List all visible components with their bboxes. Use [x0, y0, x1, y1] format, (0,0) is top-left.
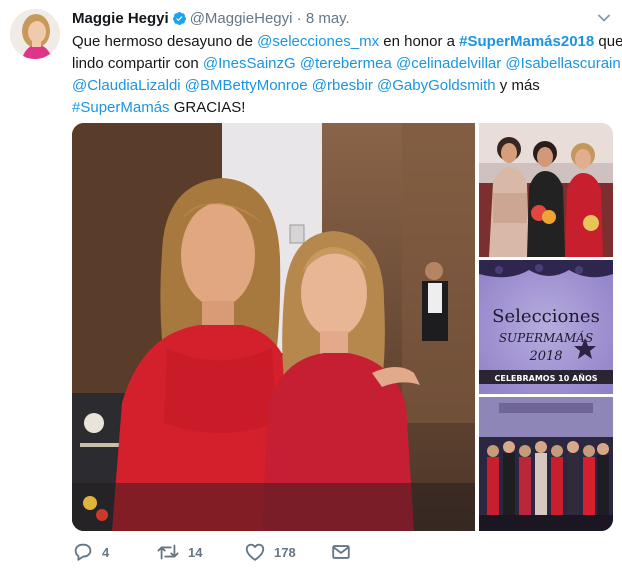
tweet-text-line-1: Que hermoso desayuno de @selecciones_mx … [72, 31, 622, 53]
direct-message-button[interactable] [330, 540, 352, 564]
tweet-text-line-2: lindo compartir con @InesSainzG @tereber… [72, 53, 621, 75]
chevron-down-icon[interactable] [596, 10, 612, 26]
reply-count: 4 [102, 544, 110, 560]
reply-button[interactable]: 4 [72, 540, 109, 564]
mention-link[interactable]: @BMBettyMonroe [185, 77, 308, 94]
photo-side-3[interactable] [479, 397, 613, 531]
text-segment: que [594, 33, 622, 50]
mention-link[interactable]: @InesSainzG [203, 55, 296, 72]
tweet-actions: 4 14 178 [72, 540, 612, 564]
envelope-icon [330, 541, 352, 563]
mention-link[interactable]: @GabyGoldsmith [377, 77, 496, 94]
hashtag-link[interactable]: #SuperMamás2018 [459, 33, 594, 50]
text-segment: y más [495, 77, 540, 94]
mention-link[interactable]: @celinadelvillar [396, 55, 501, 72]
retweet-count: 14 [188, 544, 203, 560]
like-count: 178 [274, 544, 296, 560]
tweet-date[interactable]: 8 may. [306, 10, 350, 27]
tweet-text: Que hermoso desayuno de @selecciones_mx … [72, 31, 622, 119]
mention-link[interactable]: @terebermea [300, 55, 392, 72]
photo-main[interactable] [72, 123, 475, 531]
hashtag-link[interactable]: #SuperMamás [72, 99, 170, 116]
banner-year: 2018 [528, 349, 562, 364]
author-handle[interactable]: @MaggieHegyi [190, 10, 293, 27]
retweet-icon [156, 541, 180, 563]
text-segment: GRACIAS! [169, 99, 246, 116]
tweet-header: Maggie Hegyi @MaggieHegyi · 8 may. [72, 9, 350, 29]
banner-ribbon: CELEBRAMOS 10 AÑOS [494, 373, 597, 383]
retweet-button[interactable]: 14 [156, 540, 202, 564]
mention-link[interactable]: @selecciones_mx [257, 33, 379, 50]
avatar[interactable] [10, 9, 60, 59]
banner-title: Selecciones [492, 306, 600, 327]
tweet-text-line-4: #SuperMamás GRACIAS! [72, 97, 612, 119]
like-button[interactable]: 178 [244, 540, 296, 564]
author-name[interactable]: Maggie Hegyi [72, 10, 169, 27]
text-segment: en honor a [379, 33, 460, 50]
verified-badge-icon [172, 11, 187, 32]
mention-link[interactable]: @Isabellascurain [505, 55, 620, 72]
photo-side-1[interactable] [479, 123, 613, 257]
media-grid: Selecciones SUPERMAMÁS 2018 CELEBRAMOS 1… [72, 123, 613, 531]
reply-icon [72, 541, 94, 563]
text-segment: Que hermoso desayuno de [72, 33, 258, 50]
tweet-text-line-3: @ClaudiaLizaldi @BMBettyMonroe @rbesbir … [72, 75, 612, 97]
banner-subtitle: SUPERMAMÁS [499, 330, 593, 345]
mention-link[interactable]: @ClaudiaLizaldi [72, 77, 181, 94]
mention-link[interactable]: @rbesbir [312, 77, 373, 94]
heart-icon [244, 541, 266, 563]
text-segment: lindo compartir con [72, 55, 203, 72]
photo-side-2-banner[interactable]: Selecciones SUPERMAMÁS 2018 CELEBRAMOS 1… [479, 260, 613, 394]
tweet-card: Maggie Hegyi @MaggieHegyi · 8 may. Que he… [0, 0, 622, 570]
separator: · [296, 10, 302, 27]
